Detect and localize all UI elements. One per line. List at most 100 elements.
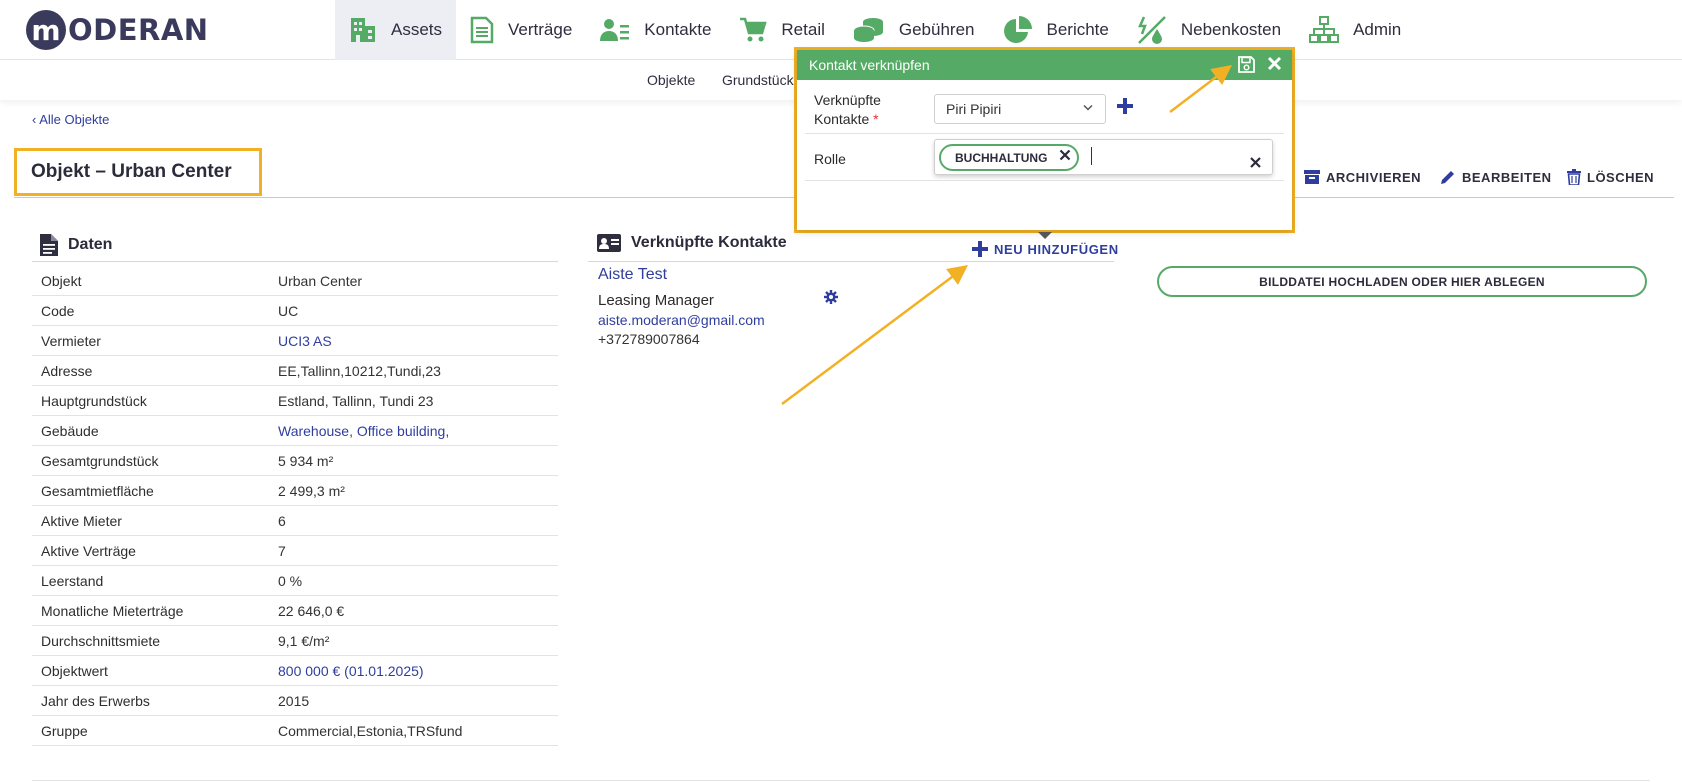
buildings-link[interactable]: Warehouse, Office building, [278, 423, 449, 439]
row-value: EE,Tallinn,10212,Tundi,23 [278, 362, 441, 379]
arrow-to-add-new [781, 265, 969, 406]
nav-item-admin[interactable]: Admin [1295, 0, 1415, 60]
table-row: Leerstand 0 % [32, 566, 558, 596]
role-label: Rolle [814, 151, 846, 167]
add-new-contact-button[interactable]: NEU HINZUFÜGEN [972, 241, 1119, 257]
nav-label: Retail [781, 20, 825, 39]
add-new-label: NEU HINZUFÜGEN [994, 241, 1119, 257]
row-value: 9,1 €/m² [278, 632, 330, 649]
nav-label: Gebühren [898, 20, 975, 39]
page-title: Objekt – Urban Center [31, 161, 232, 182]
row-key: Gesamtmietfläche [41, 482, 154, 499]
archive-icon [1304, 170, 1320, 184]
gear-icon[interactable] [824, 290, 838, 304]
coins-icon [853, 18, 883, 42]
row-key: Gruppe [41, 722, 88, 739]
pencil-icon [1441, 171, 1454, 184]
text-caret [1091, 147, 1092, 165]
nav-item-assets[interactable]: Assets [335, 0, 457, 60]
linked-contacts-label-line1: Verknüpfte [814, 92, 881, 108]
row-key: Jahr des Erwerbs [41, 692, 150, 709]
add-contact-plus-icon[interactable] [1117, 98, 1133, 114]
save-icon[interactable] [1238, 56, 1255, 73]
logo-text: ODERAN [68, 13, 209, 47]
modal-header: Kontakt verknüpfen [797, 50, 1292, 80]
archive-label: ARCHIVIEREN [1326, 169, 1422, 185]
contact-role: Leasing Manager [598, 292, 714, 309]
object-value-link[interactable]: 800 000 € (01.01.2025) [278, 663, 424, 679]
contact-email-link[interactable]: aiste.moderan@gmail.com [598, 312, 765, 328]
contact-card-icon [597, 234, 621, 252]
data-section-divider [32, 261, 558, 262]
nav-item-kontakte[interactable]: Kontakte [586, 0, 725, 60]
nav-label: Admin [1353, 20, 1402, 39]
nav-item-vertraege[interactable]: Verträge [456, 0, 586, 60]
row-value: 7 [278, 542, 286, 559]
table-row: Objekt Urban Center [32, 266, 558, 296]
table-row: Gesamtgrundstück 5 934 m² [32, 446, 558, 476]
row-key: Monatliche Mieterträge [41, 602, 184, 619]
row-value: Urban Center [278, 272, 363, 289]
file-text-icon [40, 234, 58, 256]
modal-divider [805, 180, 1284, 181]
row-key: Objektwert [41, 662, 108, 679]
row-value: 5 934 m² [278, 452, 334, 469]
row-key: Gebäude [41, 422, 99, 439]
row-value: Commercial,Estonia,TRSfund [278, 722, 463, 739]
back-to-objects-link[interactable]: ‹ Alle Objekte [32, 112, 109, 127]
footer-divider [32, 780, 1650, 781]
modal-title: Kontakt verknüpfen [809, 57, 930, 73]
landlord-link[interactable]: UCI3 AS [278, 333, 332, 349]
row-value: 6 [278, 512, 286, 529]
table-row: Aktive Mieter 6 [32, 506, 558, 536]
row-key: Objekt [41, 272, 82, 289]
subnav-item-objekte[interactable]: Objekte [647, 72, 695, 88]
contact-phone: +372789007864 [598, 331, 700, 347]
link-contact-modal: Kontakt verknüpfen Verknüpfte Kontakte *… [797, 50, 1292, 230]
nav-label: Assets [391, 20, 443, 39]
nav-label: Nebenkosten [1180, 20, 1282, 39]
contacts-section-divider [588, 261, 1114, 262]
object-data-table: Objekt Urban Center Code UC Vermieter UCI3 … [32, 266, 558, 746]
document-icon [470, 16, 494, 44]
close-icon[interactable] [1267, 56, 1282, 71]
modal-pointer [1038, 232, 1052, 239]
logo-mark: m [26, 10, 66, 50]
row-value: 2 499,3 m² [278, 482, 345, 499]
delete-label: LÖSCHEN [1587, 169, 1655, 185]
edit-button[interactable]: BEARBEITEN [1440, 169, 1552, 185]
chevron-down-icon [1083, 104, 1093, 111]
table-row: Gebäude Warehouse, Office building, [32, 416, 558, 446]
table-row: Vermieter UCI3 AS [32, 326, 558, 356]
nav-label: Berichte [1046, 20, 1109, 39]
role-tag: BUCHHALTUNG [939, 144, 1079, 171]
row-key: Durchschnittsmiete [41, 632, 161, 649]
contact-select[interactable]: Piri Pipiri [934, 94, 1106, 124]
row-key: Aktive Verträge [41, 542, 136, 559]
contacts-icon [600, 19, 630, 41]
clear-icon[interactable] [1250, 157, 1261, 168]
table-row: Gruppe Commercial,Estonia,TRSfund [32, 716, 558, 746]
role-tag-label: BUCHHALTUNG [955, 150, 1048, 165]
remove-tag-icon[interactable] [1059, 149, 1071, 161]
row-key: Aktive Mieter [41, 512, 122, 529]
delete-button[interactable]: LÖSCHEN [1567, 169, 1654, 185]
contacts-section-title: Verknüpfte Kontakte [631, 234, 787, 251]
role-tag-input[interactable]: BUCHHALTUNG [934, 139, 1273, 175]
data-section-header: Daten [40, 234, 112, 256]
moderan-logo[interactable]: m ODERAN [26, 8, 209, 52]
archive-button[interactable]: ARCHIVIEREN [1304, 169, 1421, 185]
contact-name-link[interactable]: Aiste Test [598, 266, 667, 284]
upload-image-button[interactable]: BILDDATEI HOCHLADEN ODER HIER ABLEGEN [1157, 266, 1647, 297]
linked-contacts-label: Verknüpfte Kontakte * [814, 91, 881, 129]
nav-label: Verträge [508, 20, 573, 39]
table-row: Adresse EE,Tallinn,10212,Tundi,23 [32, 356, 558, 386]
required-mark: * [873, 111, 879, 127]
table-row: Hauptgrundstück Estland, Tallinn, Tundi 2… [32, 386, 558, 416]
table-row: Jahr des Erwerbs 2015 [32, 686, 558, 716]
table-row: Code UC [32, 296, 558, 326]
data-section-title: Daten [68, 236, 113, 253]
subnav-item-grundstueck[interactable]: Grundstück [722, 72, 794, 88]
trash-icon [1567, 169, 1581, 185]
row-key: Leerstand [41, 572, 104, 589]
